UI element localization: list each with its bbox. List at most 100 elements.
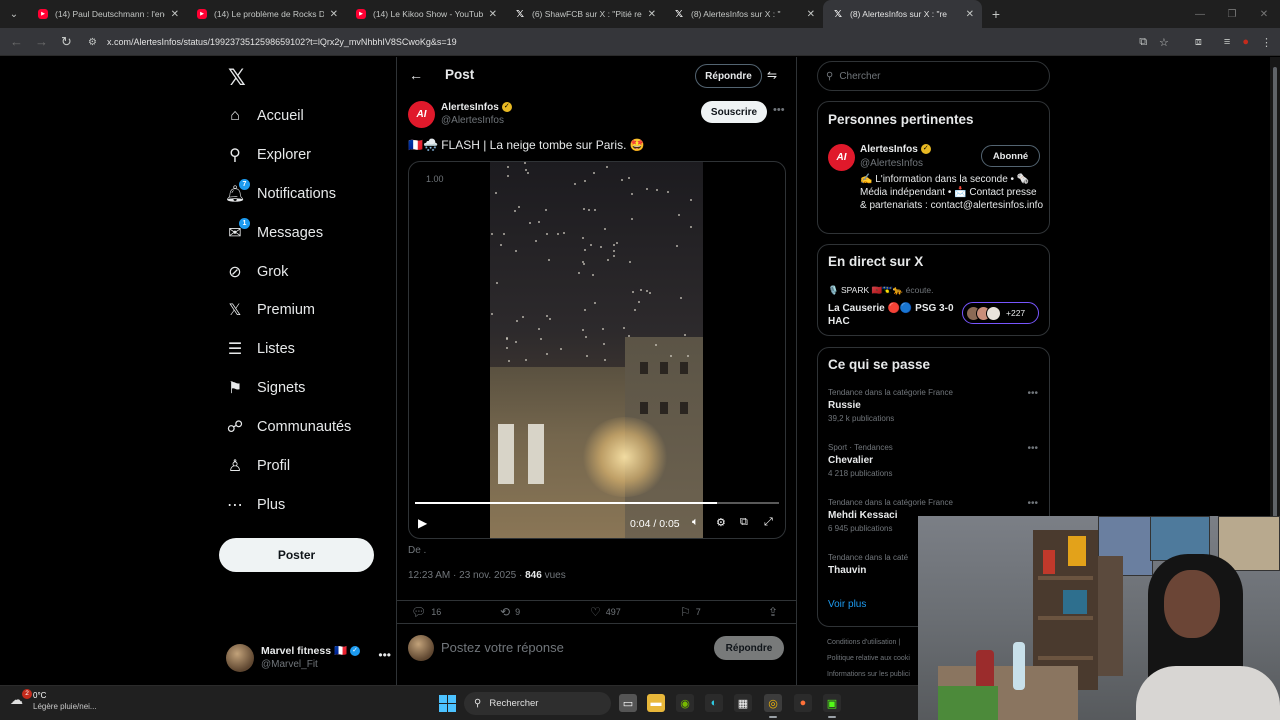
bookmark-action[interactable]: ⚐ 7 [680,601,701,623]
like-action[interactable]: ♡ 497 [590,601,621,623]
file-explorer-icon[interactable]: ▬ [647,694,665,712]
trend-more-icon[interactable]: ••• [1027,388,1038,399]
avatar[interactable]: AI [828,144,855,171]
tweet-more-icon[interactable]: ••• [773,104,785,116]
reply-header-button[interactable]: Répondre [695,64,762,88]
nav-item-premium[interactable]: 𝕏 Premium [226,297,315,323]
weather-widget[interactable]: ☁ 2 0°C Légère pluie/nei... [10,689,97,712]
install-app-icon[interactable]: ⧉ [1139,36,1147,49]
x-logo-icon[interactable]: 𝕏 [228,65,246,91]
repost-action[interactable]: ⟲ 9 [500,601,520,623]
trend-item[interactable]: Sport · Tendances Chevalier 4 218 publicat… [828,443,1038,478]
account-switcher[interactable]: Marvel fitness 🇫🇷 ✓ @Marvel_Fit ••• [226,642,391,674]
minimize-button[interactable]: — [1184,9,1216,20]
back-button[interactable]: ← [4,34,29,49]
trend-more-icon[interactable]: ••• [1027,498,1038,509]
video-player[interactable]: 1.00 ▶ 0:04 / 0:05 🔈︎ ⚙ ⧉ ⤢ [408,161,786,539]
close-tab-icon[interactable]: ✕ [966,9,974,20]
video-progress-bar[interactable] [415,502,779,504]
trend-more-icon[interactable]: ••• [1027,443,1038,454]
author-name[interactable]: AlertesInfos [441,102,499,113]
nav-item-signets[interactable]: ⚑ Signets [226,375,306,401]
tab-title: (14) Paul Deutschmann : l'enquê [55,9,165,19]
chrome-icon[interactable]: ◎ [764,694,782,718]
reading-list-icon[interactable]: ≡ [1224,36,1230,48]
author-handle[interactable]: @AlertesInfos [441,115,504,126]
browser-tab[interactable]: 𝕏 (8) AlertesInfos sur X : "re ✕ [823,0,982,28]
nav-item-notifications[interactable]: 🔔︎ 7 Notifications [225,179,336,207]
tweet-timestamp[interactable]: 12:23 AM · 23 nov. 2025 · [408,570,525,581]
live-listeners[interactable]: +227 [962,302,1039,324]
card-title: Personnes pertinentes [828,112,974,127]
search-input[interactable]: ⚲ Chercher [817,61,1050,91]
nav-item-explorer[interactable]: ⚲ Explorer [226,142,311,168]
fullscreen-icon[interactable]: ⤢ [764,516,773,529]
see-more-link[interactable]: Voir plus [828,599,866,610]
edge-icon[interactable]: ◐ [705,694,723,712]
footer-link[interactable]: Politique relative aux cooki [827,651,910,667]
more-options-icon[interactable]: ••• [378,648,391,662]
footer-link[interactable]: Informations sur les publici [827,667,910,683]
footer-link[interactable]: Conditions d'utilisation | [827,635,910,651]
browser-tab[interactable]: 𝕏 (6) ShawFCB sur X : "Pitié regar ✕ [505,0,664,28]
browser-menu-icon[interactable]: ⋮ [1261,36,1272,49]
app-icon[interactable]: ▣ [823,694,841,718]
browser-tab[interactable]: ▶ (14) Le problème de Rocks D. X ✕ [187,0,346,28]
nav-item-communautés[interactable]: ☍ Communautés [226,414,351,440]
live-card[interactable]: En direct sur X 🎙️ SPARK 🇲🇦🇬🇵🐆 écoute. L… [817,244,1050,336]
new-tab-button[interactable]: + [982,6,1010,22]
close-tab-icon[interactable]: ✕ [807,9,815,20]
reply-input[interactable]: Postez votre réponse [441,640,564,655]
nav-item-profil[interactable]: ♙ Profil [226,453,290,479]
reload-button[interactable]: ↻ [54,34,79,50]
back-arrow-icon[interactable]: ← [409,67,423,83]
browser-tab[interactable]: 𝕏 (8) AlertesInfos sur X : " ✕ [664,0,823,28]
store-icon[interactable]: ▦ [734,694,752,712]
url-field[interactable]: ⚙ x.com/AlertesInfos/status/199237351259… [80,31,1100,53]
snowflake-mark [583,208,585,210]
close-tab-icon[interactable]: ✕ [648,9,656,20]
taskbar-search[interactable]: ⚲ Rechercher [464,692,611,715]
picture-in-picture-icon[interactable]: ⧉ [740,516,748,529]
subscribe-button[interactable]: Souscrire [701,101,767,123]
card-title: Ce qui se passe [828,357,931,372]
browser-tab[interactable]: ▶ (14) Le Kikoo Show - YouTube ✕ [346,0,505,28]
relevant-name[interactable]: AlertesInfos [860,144,918,155]
firefox-icon[interactable]: ● [794,694,812,712]
forward-button[interactable]: → [29,34,54,49]
relevant-handle[interactable]: @AlertesInfos [860,158,923,169]
reply-action[interactable]: 💬︎ 16 [411,601,441,623]
start-button[interactable] [439,695,456,712]
post-button[interactable]: Poster [219,538,374,572]
close-tab-icon[interactable]: ✕ [330,9,338,20]
browser-tab[interactable]: ▶ (14) Paul Deutschmann : l'enquê ✕ [28,0,187,28]
share-action[interactable]: ⇪ [768,601,783,623]
following-button[interactable]: Abonné [981,145,1040,167]
video-frame[interactable] [490,162,703,538]
tab-search-button[interactable]: ⌄ [0,0,28,28]
trend-item[interactable]: Tendance dans la catégorie France Russie 3… [828,388,1038,423]
nav-item-messages[interactable]: ✉ 1 Messages [226,218,323,246]
play-icon[interactable]: ▶ [418,516,427,530]
close-window-button[interactable]: ✕ [1248,9,1280,20]
task-view-icon[interactable]: ▭ [619,694,637,712]
nav-item-grok[interactable]: ⊘ Grok [226,259,288,285]
nav-item-listes[interactable]: ☰ Listes [226,336,295,362]
tweet-text: 🇫🇷🌨️ FLASH | La neige tombe sur Paris. 🤩 [408,138,645,152]
author-avatar[interactable]: AI [408,101,435,128]
extensions-icon[interactable]: ⧈ [1195,36,1202,49]
close-tab-icon[interactable]: ✕ [489,9,497,20]
settings-icon[interactable]: ⚙ [716,516,726,529]
reply-submit-button[interactable]: Répondre [714,636,784,660]
close-tab-icon[interactable]: ✕ [171,9,179,20]
bookmark-star-icon[interactable]: ☆ [1159,36,1169,49]
nav-item-accueil[interactable]: ⌂ Accueil [226,103,304,129]
snowflake-mark [503,233,505,235]
filter-settings-icon[interactable]: ⇋ [767,68,777,82]
nvidia-icon[interactable]: ◉ [676,694,694,712]
nav-item-plus[interactable]: ⋯ Plus [226,492,285,518]
profile-avatar-icon[interactable]: ● [1242,36,1249,48]
maximize-button[interactable]: ❐ [1216,9,1248,20]
volume-icon[interactable]: 🔈︎ [692,516,699,529]
site-info-icon[interactable]: ⚙ [88,37,97,48]
